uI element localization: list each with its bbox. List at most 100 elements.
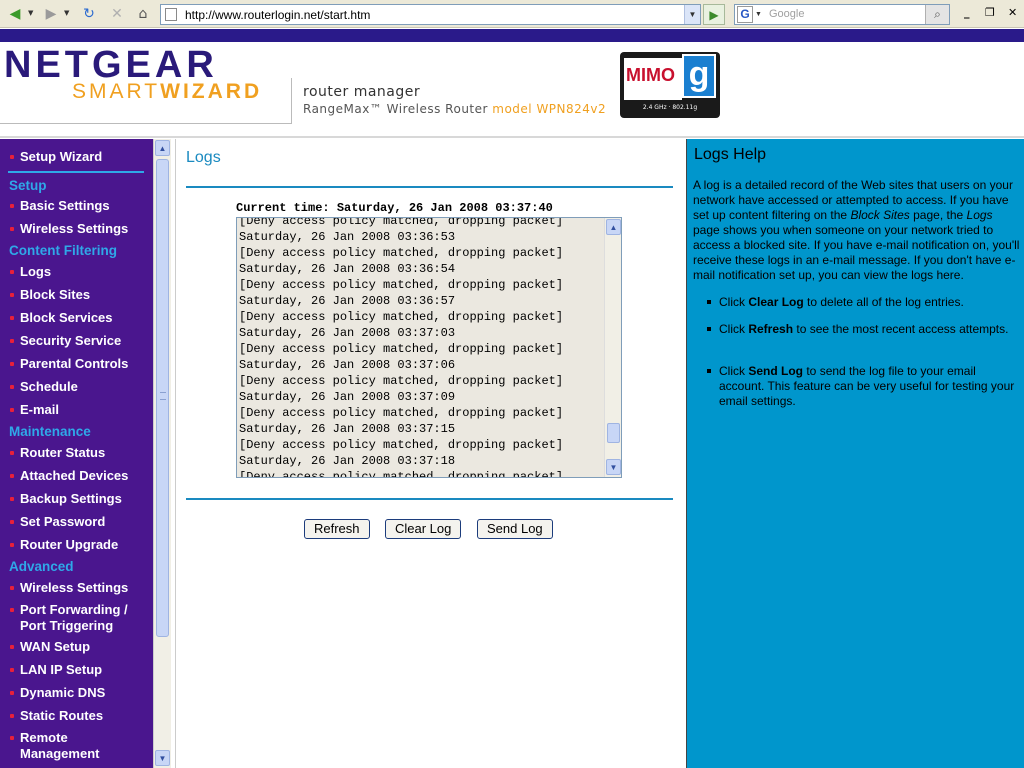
restore-icon[interactable]: ❐ [985,6,995,19]
nav-wireless-settings[interactable]: Wireless Settings [10,221,128,237]
nav-label: Port Forwarding / [20,602,128,617]
scroll-up-icon[interactable]: ▲ [606,219,621,235]
log-scrollbar[interactable]: ▲ ▼ [604,218,621,477]
bullet-icon [10,154,14,159]
search-engine-dropdown-icon[interactable]: ▼ [755,11,762,18]
address-dropdown-icon[interactable]: ▼ [684,5,700,24]
nav-block-sites[interactable]: Block Sites [10,287,90,303]
bullet-icon [10,713,14,718]
go-button[interactable]: ▶ [703,4,725,25]
nav-label: Remote [20,730,68,745]
search-bar[interactable]: G ▼ Google ⌕ [734,4,950,25]
nav-label: Security Service [20,333,122,348]
address-url[interactable]: http://www.routerlogin.net/start.htm [185,8,370,22]
nav-label: Basic Settings [20,198,110,213]
help-bullet-send-log: Click Send Log to send the log file to y… [707,364,1017,409]
log-line: [Deny access policy matched, dropping pa… [239,342,564,356]
wizard-text: WIZARD [160,80,263,103]
scroll-down-icon[interactable]: ▼ [155,750,170,766]
nav-label: Schedule [20,379,78,394]
nav-logs[interactable]: Logs [10,264,51,280]
close-icon[interactable]: ✕ [1008,6,1017,19]
address-bar[interactable]: http://www.routerlogin.net/start.htm ▼ [160,4,701,25]
send-log-button[interactable]: Send Log [477,519,553,539]
search-input[interactable]: Google [769,8,804,20]
log-line: Saturday, 26 Jan 2008 03:36:53 [239,230,456,244]
bullet-icon [10,226,14,231]
current-time: Current time: Saturday, 26 Jan 2008 03:3… [236,201,553,215]
nav-remote-management[interactable]: Remote Management [10,730,99,762]
clear-log-button[interactable]: Clear Log [385,519,462,539]
main-content: Logs Current time: Saturday, 26 Jan 2008… [175,139,685,768]
g-text: g [682,54,716,98]
page-icon [165,8,177,21]
forward-dropdown-icon[interactable]: ▼ [64,9,69,17]
scroll-thumb[interactable] [156,159,169,637]
forward-icon[interactable]: ▶ [40,4,62,24]
nav-lan-ip-setup[interactable]: LAN IP Setup [10,662,102,678]
log-line: [Deny access policy matched, dropping pa… [239,246,564,260]
stop-icon[interactable]: ✕ [106,4,128,24]
nav-set-password[interactable]: Set Password [10,514,105,530]
help-bold: Clear Log [748,295,804,309]
nav-backup-settings[interactable]: Backup Settings [10,491,122,507]
nav-security-service[interactable]: Security Service [10,333,121,349]
nav-schedule[interactable]: Schedule [10,379,78,395]
log-textarea[interactable]: [Deny access policy matched, dropping pa… [236,217,622,478]
bullet-icon [10,542,14,547]
page-title: Logs [186,149,221,166]
nav-basic-settings[interactable]: Basic Settings [10,198,110,214]
nav-router-upgrade[interactable]: Router Upgrade [10,537,118,553]
nav-label: Router Upgrade [20,537,119,552]
help-bold: Send Log [748,364,804,378]
log-line: [Deny access policy matched, dropping pa… [239,278,564,292]
log-line: Saturday, 26 Jan 2008 03:37:09 [239,390,456,404]
log-line: Saturday, 26 Jan 2008 03:36:57 [239,294,456,308]
product-name: RangeMax™ Wireless Router [303,102,493,116]
bullet-icon [10,315,14,320]
help-text: Click [719,295,749,309]
back-dropdown-icon[interactable]: ▼ [28,9,33,17]
bullet-icon [10,585,14,590]
nav-label: Parental Controls [20,356,129,371]
nav-dynamic-dns[interactable]: Dynamic DNS [10,685,105,701]
google-icon[interactable]: G [737,6,753,23]
mimo-g-badge: MIMO g 2.4 GHz · 802.11g [620,52,720,118]
scroll-up-icon[interactable]: ▲ [155,140,170,156]
nav-label: Setup Wizard [20,149,103,164]
nav-attached-devices[interactable]: Attached Devices [10,468,128,484]
nav-static-routes[interactable]: Static Routes [10,708,103,724]
nav-email[interactable]: E-mail [10,402,59,418]
grip-icon [160,392,166,400]
back-icon[interactable]: ◀ [4,4,26,24]
header-vertical-divider [291,78,292,124]
minimize-icon[interactable]: _ [964,6,970,19]
nav-scrollbar[interactable]: ▲ ▼ [153,139,171,768]
home-icon[interactable]: ⌂ [132,4,154,24]
log-line: Saturday, 26 Jan 2008 03:37:03 [239,326,456,340]
nav-label: E-mail [20,402,60,417]
nav-adv-wireless-settings[interactable]: Wireless Settings [10,580,128,596]
nav-block-services[interactable]: Block Services [10,310,113,326]
help-text: to see the most recent access attempts. [793,322,1009,336]
nav-setup-wizard[interactable]: Setup Wizard [10,149,102,165]
help-paragraph: A log is a detailed record of the Web si… [693,178,1021,283]
bullet-icon [10,407,14,412]
nav-label: Attached Devices [20,468,129,483]
nav-label: Block Sites [20,287,91,302]
nav-separator [8,171,144,173]
help-bullet-refresh: Click Refresh to see the most recent acc… [707,322,1017,337]
nav-label: Block Services [20,310,113,325]
bullet-icon [707,327,711,331]
refresh-button[interactable]: Refresh [304,519,370,539]
nav-label: Port Triggering [20,618,114,633]
nav-router-status[interactable]: Router Status [10,445,105,461]
scroll-down-icon[interactable]: ▼ [606,459,621,475]
search-icon[interactable]: ⌕ [925,5,949,24]
reload-icon[interactable]: ↻ [78,4,100,24]
nav-parental-controls[interactable]: Parental Controls [10,356,128,372]
scroll-thumb[interactable] [607,423,620,443]
nav-wan-setup[interactable]: WAN Setup [10,639,90,655]
nav-port-forwarding[interactable]: Port Forwarding / Port Triggering [10,602,128,634]
log-line: [Deny access policy matched, dropping pa… [239,310,564,324]
